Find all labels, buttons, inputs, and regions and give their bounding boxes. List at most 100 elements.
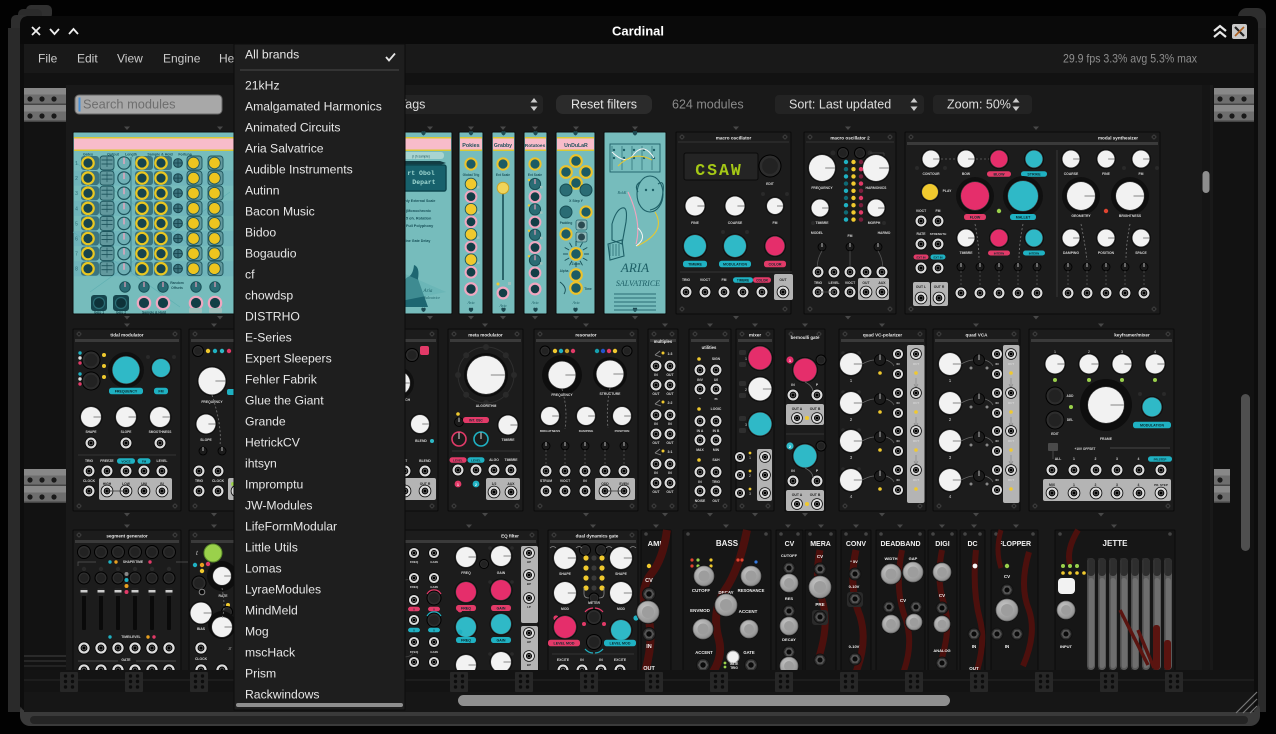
svg-text:mixer: mixer bbox=[749, 333, 761, 338]
svg-text:TRIG: TRIG bbox=[682, 278, 690, 282]
svg-text:CONV: CONV bbox=[846, 541, 867, 548]
svg-text:TIME/LEVEL: TIME/LEVEL bbox=[121, 635, 140, 639]
svg-text:Alpha: Alpha bbox=[560, 269, 569, 273]
svg-text:LyraeModules: LyraeModules bbox=[245, 583, 321, 597]
svg-text:Gate 1: Gate 1 bbox=[94, 311, 104, 315]
svg-text:ACCENT: ACCENT bbox=[695, 650, 713, 655]
svg-text:TRIG: TRIG bbox=[195, 479, 203, 483]
svg-text:WIDTH: WIDTH bbox=[884, 556, 897, 561]
svg-text:FM: FM bbox=[848, 234, 853, 238]
svg-text:MODULATION: MODULATION bbox=[1140, 423, 1164, 427]
svg-text:Reset filters: Reset filters bbox=[571, 98, 637, 112]
svg-text:Fehler Fabrik: Fehler Fabrik bbox=[245, 373, 318, 387]
svg-text:* 5V: * 5V bbox=[850, 559, 858, 564]
svg-text:Ext Scale: Ext Scale bbox=[496, 173, 510, 177]
svg-text:PR.STEP: PR.STEP bbox=[1154, 457, 1167, 461]
svg-text:Gate 2: Gate 2 bbox=[116, 311, 126, 315]
svg-text:1: 1 bbox=[1073, 457, 1075, 461]
svg-text:FLOW: FLOW bbox=[970, 215, 981, 219]
svg-text:3: 3 bbox=[749, 492, 751, 496]
svg-text:COARSE: COARSE bbox=[728, 221, 743, 225]
svg-text:TRIG: TRIG bbox=[85, 459, 93, 463]
svg-text:LOGIC: LOGIC bbox=[711, 407, 722, 411]
svg-text:Prism: Prism bbox=[245, 667, 276, 681]
svg-text:1/2: 1/2 bbox=[492, 482, 497, 486]
svg-text:COLOR: COLOR bbox=[756, 278, 768, 282]
svg-text:OUT B: OUT B bbox=[810, 493, 821, 497]
svg-text:TRIG: TRIG bbox=[814, 281, 822, 285]
svg-text:CLOCK: CLOCK bbox=[212, 479, 225, 483]
svg-text:FINE: FINE bbox=[1102, 172, 1110, 176]
svg-text:1: 1 bbox=[75, 161, 78, 167]
svg-text:EDIT: EDIT bbox=[766, 182, 775, 186]
svg-text:OUT: OUT bbox=[666, 392, 674, 396]
svg-text:resonator: resonator bbox=[575, 333, 596, 338]
svg-text:FM: FM bbox=[936, 209, 941, 213]
svg-text:OUT B: OUT B bbox=[810, 407, 821, 411]
svg-text:Zoom: 50%: Zoom: 50% bbox=[947, 98, 1011, 112]
svg-text:Rotatoes: Rotatoes bbox=[525, 143, 546, 149]
svg-text:TIMBRE: TIMBRE bbox=[737, 278, 749, 282]
svg-text:FINE: FINE bbox=[691, 221, 699, 225]
svg-text:OUT: OUT bbox=[913, 362, 920, 366]
svg-text:Depart: Depart bbox=[412, 179, 436, 186]
svg-text:FLOPPER: FLOPPER bbox=[998, 541, 1031, 548]
svg-text:HetrickCV: HetrickCV bbox=[245, 436, 301, 450]
svg-text:PLAY: PLAY bbox=[943, 189, 952, 193]
svg-text:CV: CV bbox=[817, 554, 823, 559]
svg-text:INTERN: INTERN bbox=[1029, 251, 1039, 255]
svg-text:GAIN: GAIN bbox=[497, 606, 506, 610]
svg-text:IN: IN bbox=[654, 422, 658, 426]
svg-text:Cardinal: Cardinal bbox=[612, 24, 664, 39]
svg-text:Edit: Edit bbox=[77, 52, 98, 66]
svg-text:~: ~ bbox=[699, 397, 701, 401]
svg-text:MORPH: MORPH bbox=[868, 221, 881, 225]
svg-text:Sample & Hold: Sample & Hold bbox=[142, 311, 166, 315]
svg-text:FREEZE: FREEZE bbox=[100, 459, 114, 463]
svg-text:(l (h sample): (l (h sample) bbox=[412, 155, 430, 159]
svg-text:bernoulli gate: bernoulli gate bbox=[791, 335, 820, 340]
svg-text:Autinn: Autinn bbox=[245, 184, 280, 198]
svg-text:dual dynamics gate: dual dynamics gate bbox=[576, 534, 619, 539]
svg-text:TIMBRE: TIMBRE bbox=[505, 458, 519, 462]
svg-text:V/OCT: V/OCT bbox=[916, 209, 927, 213]
svg-text:BLEND: BLEND bbox=[415, 439, 427, 443]
svg-text:CV: CV bbox=[1004, 574, 1010, 579]
svg-text:FM: FM bbox=[158, 389, 163, 393]
svg-text:IN: IN bbox=[583, 479, 587, 483]
svg-text:EXCITE: EXCITE bbox=[614, 658, 627, 662]
svg-text:OUT: OUT bbox=[652, 441, 660, 445]
svg-text:OUT: OUT bbox=[1008, 439, 1015, 443]
svg-text:MIN: MIN bbox=[713, 448, 720, 452]
svg-text:FREQ: FREQ bbox=[410, 650, 419, 654]
svg-text:IN: IN bbox=[580, 658, 584, 662]
svg-text:CSAW: CSAW bbox=[695, 161, 743, 180]
svg-text:POSITION: POSITION bbox=[1098, 251, 1115, 255]
svg-text:Ext Scale: Ext Scale bbox=[528, 173, 542, 177]
svg-text:SPACE: SPACE bbox=[1135, 251, 1147, 255]
svg-text:EXT IN: EXT IN bbox=[916, 255, 925, 259]
svg-text:4: 4 bbox=[1138, 483, 1140, 487]
svg-text:ALGO: ALGO bbox=[489, 458, 499, 462]
svg-text:OUT: OUT bbox=[862, 281, 870, 285]
svg-text:OUT: OUT bbox=[1008, 478, 1015, 482]
svg-text:METER: METER bbox=[588, 601, 600, 605]
svg-text:IN: IN bbox=[654, 471, 658, 475]
svg-text:CUTOFF: CUTOFF bbox=[692, 588, 710, 593]
svg-text:BokK: BokK bbox=[618, 190, 627, 195]
svg-text:FRAME: FRAME bbox=[1100, 437, 1113, 441]
svg-text:BP: BP bbox=[527, 663, 531, 667]
svg-text:OUT: OUT bbox=[1008, 362, 1015, 366]
svg-text:1:3: 1:3 bbox=[668, 352, 673, 356]
svg-text:meta modulator: meta modulator bbox=[468, 333, 503, 338]
svg-text:CV: CV bbox=[900, 598, 906, 603]
svg-text:m: m bbox=[714, 397, 717, 401]
svg-text:4: 4 bbox=[1138, 457, 1140, 461]
svg-text:GAIN: GAIN bbox=[430, 560, 438, 564]
svg-text:GAIN: GAIN bbox=[430, 650, 438, 654]
svg-text:Search modules: Search modules bbox=[83, 97, 175, 112]
svg-text:quad VC-polarizer: quad VC-polarizer bbox=[863, 333, 903, 338]
svg-text:DEL: DEL bbox=[1067, 418, 1073, 422]
svg-text:0-10V: 0-10V bbox=[849, 584, 860, 589]
svg-text:2: 2 bbox=[1095, 483, 1097, 487]
